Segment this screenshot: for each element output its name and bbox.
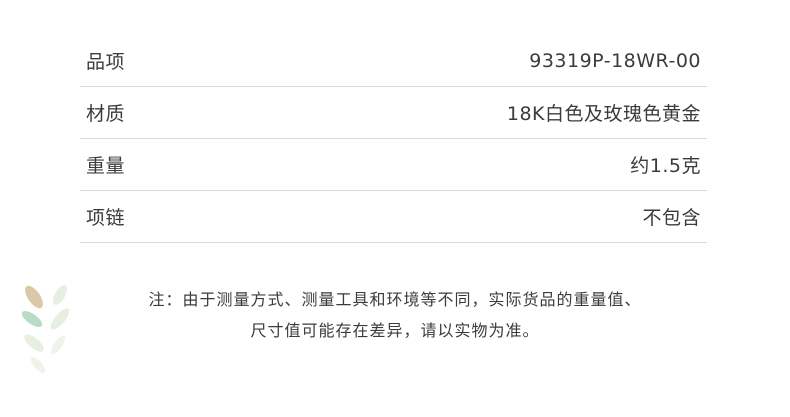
spec-value: 不包含 bbox=[642, 207, 701, 229]
spec-value: 约1.5克 bbox=[630, 155, 701, 177]
spec-value: 93319P-18WR-00 bbox=[529, 49, 701, 72]
spec-row-weight: 重量 约1.5克 bbox=[80, 139, 707, 191]
spec-table: 品项 93319P-18WR-00 材质 18K白色及玫瑰色黄金 重量 约1.5… bbox=[80, 35, 707, 243]
spec-row-item: 品项 93319P-18WR-00 bbox=[80, 35, 707, 87]
note-line-2: 尺寸值可能存在差异，请以实物为准。 bbox=[250, 321, 540, 340]
note-line-1: 注：由于测量方式、测量工具和环境等不同，实际货品的重量值、 bbox=[148, 290, 642, 309]
spec-value: 18K白色及玫瑰色黄金 bbox=[506, 103, 701, 125]
spec-label: 材质 bbox=[86, 103, 126, 125]
spec-label: 品项 bbox=[86, 51, 126, 73]
spec-row-material: 材质 18K白色及玫瑰色黄金 bbox=[80, 87, 707, 139]
disclaimer-note: 注：由于测量方式、测量工具和环境等不同，实际货品的重量值、 尺寸值可能存在差异，… bbox=[0, 284, 790, 346]
spec-row-necklace: 项链 不包含 bbox=[80, 191, 707, 243]
spec-label: 项链 bbox=[86, 207, 126, 229]
spec-label: 重量 bbox=[86, 155, 126, 177]
